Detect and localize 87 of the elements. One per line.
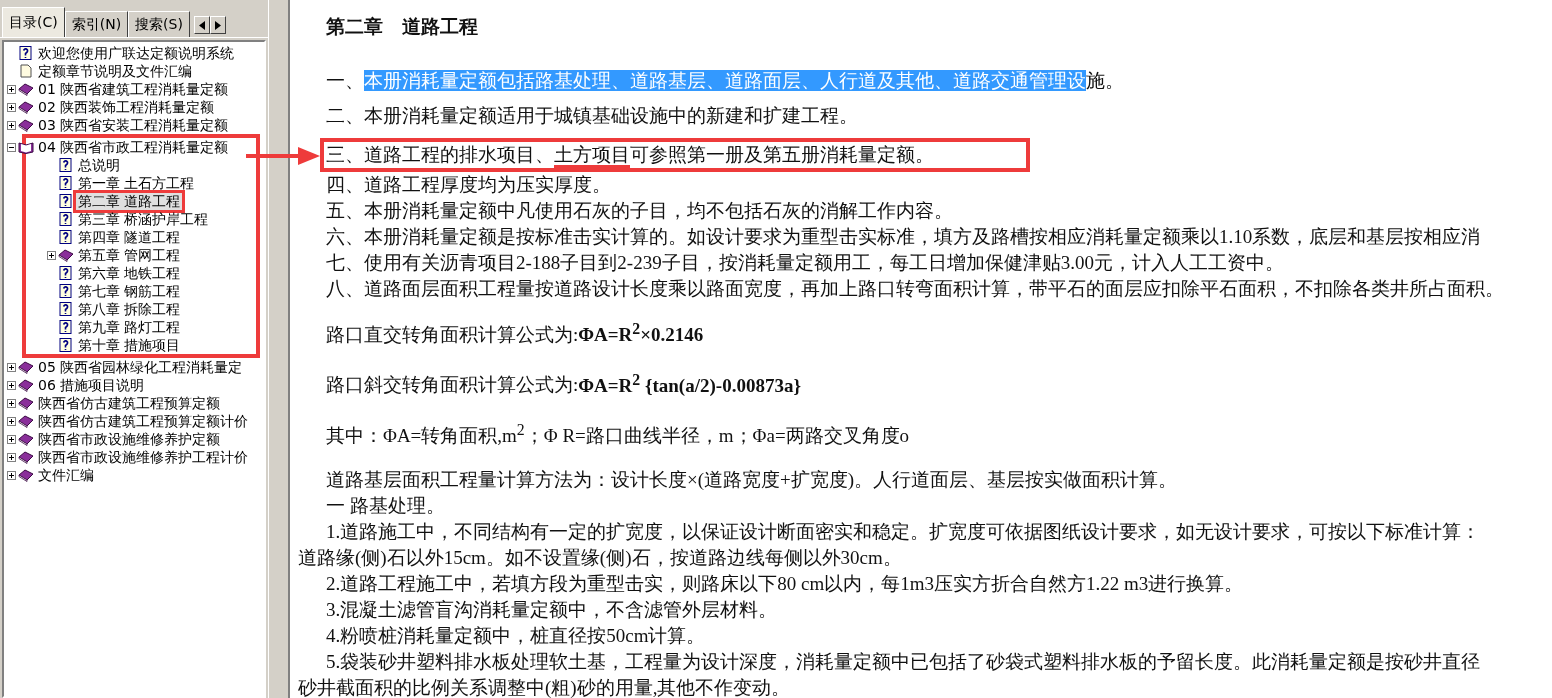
tree-item[interactable]: 文件汇编 [36, 466, 96, 484]
expand-icon[interactable] [6, 398, 16, 408]
paragraph: 路口直交转角面积计算公式为:ΦA=R$^{2}$×0.2146 [325, 319, 705, 348]
paragraph: 五、本册消耗量定额中凡使用石灰的子目，均不包括石灰的消解工作内容。 [325, 199, 954, 223]
book-icon [18, 468, 34, 482]
tree-item[interactable]: 05 陕西省园林绿化工程消耗量定 [36, 358, 245, 376]
paragraph: 砂井截面积的比例关系调整中(粗)砂的用量,其他不作变动。 [298, 676, 792, 698]
tree-item[interactable]: 陕西省市政设施维修养护工程计价 [36, 448, 250, 466]
tree-item[interactable]: 欢迎您使用广联达定额说明系统 [36, 44, 236, 62]
paragraph: 4.粉喷桩消耗量定额中，桩直径按50cm计算。 [325, 624, 707, 648]
document-title: 第二章 道路工程 [325, 15, 479, 39]
help-page-icon [58, 194, 74, 208]
book-icon [18, 118, 34, 132]
left-triangle-icon [198, 20, 205, 30]
expand-icon[interactable] [6, 102, 16, 112]
scroll-left-button[interactable] [193, 16, 210, 34]
tree-item[interactable]: 定额章节说明及文件汇编 [36, 62, 194, 80]
expand-icon[interactable] [6, 380, 16, 390]
book-icon [18, 82, 34, 96]
expand-icon[interactable] [6, 470, 16, 480]
right-triangle-icon [214, 20, 221, 30]
paragraph: 三、道路工程的排水项目、土方项目可参照第一册及第五册消耗量定额。 [320, 138, 1030, 172]
help-page-icon [58, 302, 74, 316]
help-page-icon [58, 176, 74, 190]
help-page-icon [58, 338, 74, 352]
help-page-icon [58, 212, 74, 226]
book-icon [18, 360, 34, 374]
pane-splitter[interactable] [268, 0, 290, 698]
tree-item[interactable]: 02 陕西装饰工程消耗量定额 [36, 98, 217, 116]
paragraph: 二、本册消耗量定额适用于城镇基础设施中的新建和扩建工程。 [325, 104, 859, 128]
book-icon [18, 378, 34, 392]
book-icon [18, 432, 34, 446]
book-icon [18, 450, 34, 464]
expand-icon[interactable] [6, 434, 16, 444]
paragraph: 路口斜交转角面积计算公式为:ΦA=R$^{2}$ {tan(a/2)-0.00873a} [325, 369, 802, 398]
tree-item[interactable]: 第八章 拆除工程 [76, 300, 183, 318]
tree-item[interactable]: 第四章 隧道工程 [76, 228, 183, 246]
help-page-icon [58, 266, 74, 280]
book-icon [18, 396, 34, 410]
paragraph: 5.袋装砂井塑料排水板处理软土基，工程量为设计深度，消耗量定额中已包括了砂袋式塑料排水板的予留长度。此消耗量定额是按砂井直径 [325, 650, 1482, 674]
tree-item[interactable]: 04 陕西省市政工程消耗量定额 [36, 138, 231, 156]
tree-item[interactable]: 06 措施项目说明 [36, 376, 147, 394]
expand-icon[interactable] [6, 452, 16, 462]
paragraph: 八、道路面层面积工程量按道路设计长度乘以路面宽度，再加上路口转弯面积计算，带平石的面层应扣除平石面积，不扣除各类井所占面积。 [325, 277, 1505, 301]
paragraph: 道路基层面积工程量计算方法为：设计长度×(道路宽度+扩宽度)。人行道面层、基层按实做面积计算。 [325, 468, 1179, 492]
tree-item[interactable]: 第三章 桥涵护岸工程 [76, 210, 211, 228]
expand-icon[interactable] [46, 250, 56, 260]
help-page-icon [58, 158, 74, 172]
tree-item[interactable]: 总说明 [76, 156, 122, 174]
tab[interactable]: 搜索(S) [128, 11, 190, 37]
tab[interactable]: 索引(N) [64, 11, 129, 37]
tree-item[interactable]: 陕西省市政设施维修养护定额 [36, 430, 222, 448]
help-page-icon [18, 46, 34, 60]
tree-item[interactable]: 陕西省仿古建筑工程预算定额计价 [36, 412, 250, 430]
tree-item[interactable]: 第五章 管网工程 [76, 246, 183, 264]
expand-icon[interactable] [6, 362, 16, 372]
expand-icon[interactable] [6, 120, 16, 130]
paragraph: 一 路基处理。 [325, 494, 446, 518]
expand-icon[interactable] [6, 84, 16, 94]
tree-item[interactable]: 第二章 道路工程 [76, 192, 183, 210]
tree-item[interactable]: 第十章 措施项目 [76, 336, 183, 354]
paragraph: 七、使用有关沥青项目2-188子目到2-239子目，按消耗量定额用工，每工日增加保健津贴3.00元，计入人工工资中。 [325, 251, 1285, 275]
paragraph: 六、本册消耗量定额是按标准击实计算的。如设计要求为重型击实标准，填方及路槽按相应消耗量定额乘以1.10系数，底层和基层按相应消 [325, 225, 1482, 249]
book-icon [18, 100, 34, 114]
help-page-icon [58, 320, 74, 334]
help-page-icon [58, 284, 74, 298]
tree-item[interactable]: 03 陕西省安装工程消耗量定额 [36, 116, 231, 134]
page-icon [18, 64, 34, 78]
tree-item[interactable]: 第九章 路灯工程 [76, 318, 183, 336]
tree-item[interactable]: 第七章 钢筋工程 [76, 282, 183, 300]
paragraph: 道路缘(侧)石以外15cm。如不设置缘(侧)石，按道路边线每侧以外30cm。 [298, 546, 903, 570]
tree-item[interactable]: 第六章 地铁工程 [76, 264, 183, 282]
collapse-icon[interactable] [6, 142, 16, 152]
paragraph: 1.道路施工中，不同结构有一定的扩宽度，以保证设计断面密实和稳定。扩宽度可依据图纸设计要求，如无设计要求，可按以下标准计算： [325, 520, 1482, 544]
tree-item[interactable]: 第一章 土石方工程 [76, 174, 197, 192]
paragraph: 其中：ΦA=转角面积,m$^{2}$；Φ R=路口曲线半径，m；Φa=两路交叉角度o [325, 419, 911, 448]
help-page-icon [58, 230, 74, 244]
paragraph: 3.混凝土滤管盲沟消耗量定额中，不含滤管外层材料。 [325, 598, 779, 622]
paragraph: 2.道路工程施工中，若填方段为重型击实，则路床以下80 cm以内，每1m3压实方折合自然方1.22 m3进行换算。 [325, 572, 1245, 596]
open-book-icon [18, 140, 34, 154]
book-icon [58, 248, 74, 262]
expand-icon[interactable] [6, 416, 16, 426]
tree-item[interactable]: 01 陕西省建筑工程消耗量定额 [36, 80, 231, 98]
paragraph: 四、道路工程厚度均为压实厚度。 [325, 173, 612, 197]
tree-item[interactable]: 陕西省仿古建筑工程预算定额 [36, 394, 222, 412]
book-icon [18, 414, 34, 428]
tab[interactable]: 目录(C) [2, 7, 65, 37]
